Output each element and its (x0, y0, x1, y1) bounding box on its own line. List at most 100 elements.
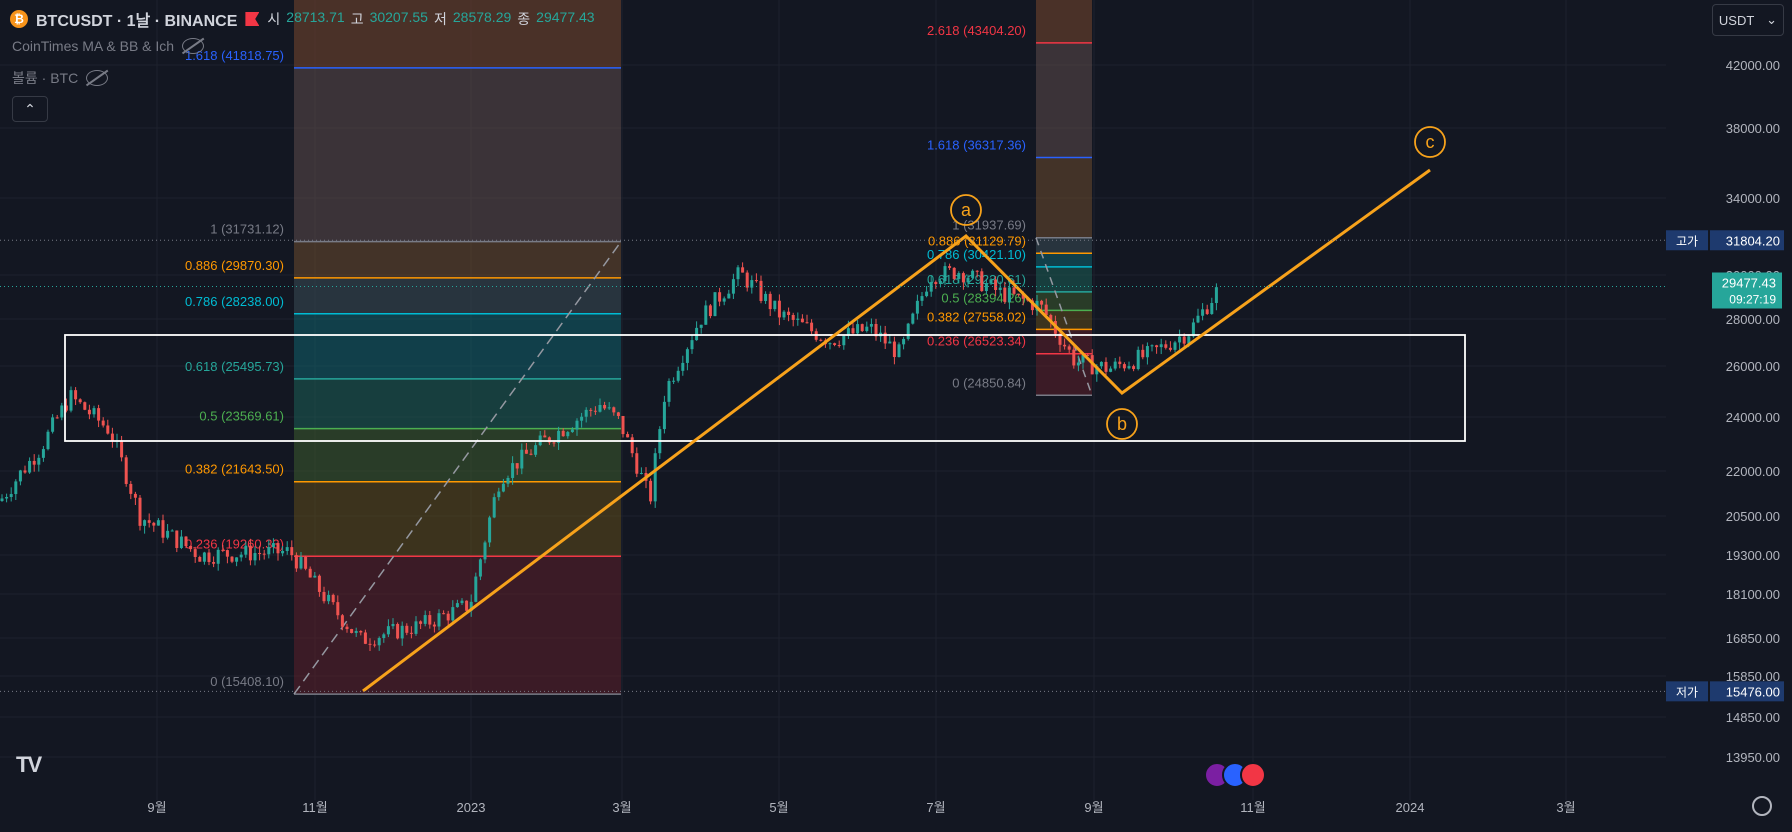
candle-body (782, 311, 786, 318)
candle-body (1044, 304, 1048, 316)
fib-level-label: 0.5 (23569.61) (199, 409, 284, 424)
candle-body (685, 349, 689, 363)
candle-body (570, 429, 574, 433)
candle-body (593, 410, 597, 412)
candle-body (363, 632, 367, 644)
chevron-up-icon[interactable]: ⌃ (12, 96, 48, 122)
candle-body (966, 277, 970, 283)
symbol-title[interactable]: BTCUSDT · 1날 · BINANCE (36, 7, 237, 31)
candle-body (768, 293, 772, 310)
chevron-down-icon: ⌄ (1766, 12, 1778, 27)
eye-off-icon[interactable] (86, 70, 109, 86)
time-tick-label: 5월 (769, 800, 788, 815)
candle-body (543, 435, 547, 438)
candle-body (810, 322, 814, 332)
candle-body (764, 293, 768, 301)
candle-body (938, 281, 942, 285)
candle-body (1145, 346, 1149, 358)
price-tick-label: 13950.00 (1726, 750, 1780, 765)
currency-select[interactable]: USDT ⌄ (1712, 4, 1784, 36)
gear-icon[interactable] (1752, 796, 1772, 816)
candle-body (78, 399, 82, 403)
candle-body (28, 460, 32, 473)
candle-body (869, 323, 873, 327)
candle-body (828, 343, 832, 345)
candle-body (354, 630, 358, 633)
candle-body (285, 547, 289, 551)
candle-body (975, 270, 979, 272)
candle-body (331, 594, 335, 603)
fib-level-label: 0.618 (25495.73) (185, 359, 284, 374)
candle-body (18, 470, 22, 482)
candle-body (83, 402, 87, 410)
price-tick-label: 38000.00 (1726, 121, 1780, 136)
time-tick-label: 3월 (612, 800, 631, 815)
eye-off-icon[interactable] (182, 38, 205, 54)
candle-body (207, 552, 211, 563)
candle-body (833, 343, 837, 345)
candle-body (294, 555, 298, 569)
candle-body (391, 624, 395, 627)
event-markers[interactable] (1204, 762, 1266, 788)
time-tick-label: 9월 (1084, 800, 1103, 815)
candle-body (1072, 349, 1076, 366)
candle-body (359, 630, 363, 633)
candle-body (925, 291, 929, 297)
candle-body (235, 557, 239, 562)
candle-body (340, 615, 344, 627)
candle-body (1196, 315, 1200, 323)
time-tick-label: 7월 (926, 800, 945, 815)
candle-body (147, 520, 151, 523)
indicator-legend-ma[interactable]: CoinTimes MA & BB & Ich (12, 38, 205, 54)
candle-body (1164, 344, 1168, 348)
candle-body (1155, 345, 1159, 348)
candle-body (1063, 344, 1067, 347)
indicator-label: CoinTimes MA & BB & Ich (12, 38, 175, 54)
candle-body (313, 575, 317, 578)
candle-body (345, 626, 349, 630)
price-tick-label: 16850.00 (1726, 631, 1780, 646)
candle-body (589, 409, 593, 411)
candle-body (419, 621, 423, 624)
candle-body (718, 292, 722, 302)
ohlc-open-value: 28713.71 (286, 9, 345, 25)
high-marker-label: 고가 (1676, 234, 1698, 248)
fib-zone (294, 241, 621, 278)
candle-body (897, 344, 901, 358)
candle-body (368, 643, 372, 645)
indicator-legend-volume[interactable]: 볼륨 · BTC (12, 68, 109, 88)
candle-body (653, 453, 657, 502)
candle-body (258, 553, 262, 555)
candle-body (244, 545, 248, 555)
time-tick-label: 3월 (1556, 800, 1575, 815)
candle-body (998, 287, 1002, 290)
fib-zone (294, 277, 621, 314)
candle-body (428, 615, 432, 625)
candle-body (704, 305, 708, 325)
candle-body (1168, 347, 1172, 350)
candle-body (1132, 366, 1136, 370)
candle-body (437, 613, 441, 627)
candle-body (805, 322, 809, 324)
candle-body (474, 576, 478, 602)
candle-body (478, 559, 482, 577)
candle-body (672, 380, 676, 382)
candle-body (396, 624, 400, 639)
candle-body (741, 267, 745, 273)
price-chart[interactable]: 1.618 (41818.75)1 (31731.12)0.886 (29870… (0, 0, 1792, 832)
candle-body (906, 323, 910, 339)
candle-body (166, 530, 170, 538)
fib-level-label: 2.618 (43404.20) (927, 23, 1026, 38)
candle-body (911, 313, 915, 324)
candle-body (446, 613, 450, 621)
candle-body (377, 638, 381, 646)
fib-zone (1036, 157, 1092, 238)
wave-label: b (1117, 414, 1127, 434)
candle-body (819, 339, 823, 341)
candle-body (1201, 309, 1205, 316)
candle-body (915, 300, 919, 314)
ohlc-low-label: 저 (433, 11, 447, 27)
candle-body (455, 603, 459, 608)
candle-body (1182, 336, 1186, 344)
candle-body (161, 520, 165, 538)
